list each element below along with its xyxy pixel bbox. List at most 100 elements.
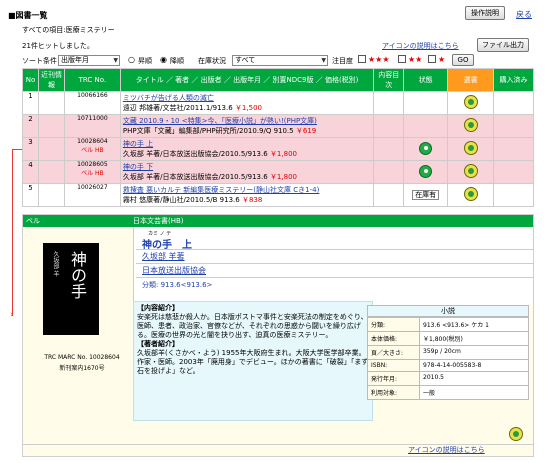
col-contents: 内容目次 (373, 68, 405, 92)
row-contents (373, 183, 405, 207)
detail-publisher-label: ベル (26, 217, 40, 225)
row-recent (37, 160, 65, 184)
row-price: ￥1,800 (269, 150, 297, 158)
icon-help-link[interactable]: アイコンの説明はこちら (382, 41, 459, 51)
select-book-icon[interactable] (463, 118, 478, 132)
row-recent (37, 183, 65, 207)
row-recent (37, 114, 65, 138)
col-no[interactable]: No (22, 68, 39, 92)
attention-3-stars: ★★★ (368, 55, 390, 64)
attention-label: 注目度 (332, 57, 353, 65)
select-book-icon[interactable] (463, 95, 478, 109)
attention-2-stars: ★★ (408, 55, 423, 64)
select-icon[interactable] (509, 427, 523, 443)
col-recent[interactable]: 近刊情報 (37, 68, 65, 92)
row-info: 神の手 下久坂部 羊著/日本放送出版協会/2010.5/913.6 ￥1,800 (119, 160, 375, 184)
spec-key: 頁／大きさ: (367, 345, 420, 360)
attention-3-checkbox[interactable] (358, 55, 366, 63)
row-badge: ベル HB (81, 147, 104, 154)
row-title[interactable]: 救捜査 悪いカルテ 新編集医療ミステリー(静山社文庫 Cき1-4) (123, 185, 371, 195)
icon-help-link-bottom[interactable]: アイコンの説明はこちら (408, 445, 485, 455)
spec-table: 分類: 913.6 <913.6> ケカ 1 本体価格: ￥1,800(税別) 頁／大き… (367, 317, 529, 400)
spec-row: 頁／大きさ: 359p / 20cm (367, 345, 529, 360)
divider-2 (136, 263, 534, 264)
detail-header (23, 215, 533, 227)
stock-select[interactable]: すべて (232, 55, 328, 66)
spec-value: 359p / 20cm (419, 345, 529, 360)
row-select[interactable] (447, 137, 495, 161)
row-status (403, 91, 449, 115)
row-title[interactable]: 神の手 下 (123, 162, 371, 172)
spec-row: ISBN: 978-4-14-005583-8 (367, 359, 529, 372)
row-trc-number: 10066166 (77, 92, 108, 99)
book-publisher[interactable]: 日本放送出版協会 (142, 265, 206, 276)
spec-key: 発行年月: (367, 371, 420, 386)
spec-row: 発行年月: 2010.5 (367, 371, 529, 386)
detail-series: 日本文芸書(HB) (133, 217, 184, 225)
issue-number: 新刊案内1670号 (59, 365, 105, 372)
spec-key: 本体価格: (367, 331, 420, 346)
col-status[interactable]: 状態 (403, 68, 449, 92)
row-no: 2 (22, 114, 39, 138)
row-price: ￥619 (295, 127, 317, 135)
row-select[interactable] (447, 183, 495, 207)
desc-radio[interactable]: ◉ (160, 55, 167, 64)
spec-value: 913.6 <913.6> ケカ 1 (419, 317, 529, 332)
row-trc: 10026027 (63, 183, 121, 207)
row-no: 5 (22, 183, 39, 207)
select-book-icon[interactable] (463, 141, 478, 155)
title-block: カミ ノ テ 神の手 上 久坂部 羊著 日本放送出版協会 分類: 913.6<9… (133, 227, 534, 305)
go-button[interactable]: GO (452, 54, 474, 66)
row-meta: 久坂部 羊著/日本放送出版協会/2010.5/913.6 (122, 150, 268, 158)
detail-panel: ベル 日本文芸書(HB) 久坂部 羊 神の手 TRC MARC No. 1002… (22, 214, 534, 457)
select-book-icon[interactable] (463, 164, 478, 178)
spec-panel: 小説 分類: 913.6 <913.6> ケカ 1 本体価格: ￥1,800(税別) 頁… (367, 305, 529, 400)
in-stock-icon (419, 141, 433, 155)
stock-label: 在庫状況 (198, 57, 226, 65)
spec-key: ISBN: (367, 359, 420, 372)
row-select[interactable] (447, 91, 495, 115)
row-contents (373, 137, 405, 161)
row-price: ￥1,500 (234, 104, 262, 112)
asc-radio[interactable]: ○ (128, 55, 135, 64)
back-link[interactable]: 戻る (516, 9, 532, 20)
attention-1-checkbox[interactable] (428, 55, 436, 63)
spec-value: 一般 (419, 385, 529, 400)
table-row: 2 10711000 文藏 2010.9・10 <特集>今、「医療小説」が熱い!(P… (22, 114, 534, 138)
sort-select[interactable]: 出版年月 (58, 55, 120, 66)
row-title[interactable]: 文藏 2010.9・10 <特集>今、「医療小説」が熱い!(PHP文庫) (123, 116, 371, 126)
table-row: 3 10028604 ベル HB 神の手 上久坂部 羊著/日本放送出版協会/2010.… (22, 137, 534, 161)
row-purchased (493, 137, 534, 161)
row-select[interactable] (447, 160, 495, 184)
select-book-icon[interactable] (463, 187, 478, 201)
row-title[interactable]: ミツバチが告げる人類の滅亡 (123, 93, 371, 103)
row-price: ￥838 (241, 196, 263, 204)
help-button[interactable]: 操作説明 (465, 6, 505, 20)
row-info: 文藏 2010.9・10 <特集>今、「医療小説」が熱い!(PHP文庫) PHP文… (119, 114, 375, 138)
col-info[interactable]: タイトル ／ 著者 ／ 出版者 ／ 出版年月 ／ 別置NDC9版 ／ 価格(税別… (119, 68, 375, 92)
divider-3 (136, 277, 534, 278)
row-contents (373, 114, 405, 138)
table-row: 5 10026027 救捜査 悪いカルテ 新編集医療ミステリー(静山社文庫 Cき1-… (22, 183, 534, 207)
row-meta: PHP文庫「文藏」編集部/PHP研究所/2010.9/Q 910.5 (122, 127, 294, 135)
row-meta: 遠辺 邦雄著/文芸社/2011.1/913.6 (122, 104, 233, 112)
row-status (403, 114, 449, 138)
file-output-button[interactable]: ファイル出力 (477, 38, 529, 52)
row-contents (373, 91, 405, 115)
col-trc[interactable]: TRC No. (63, 68, 121, 92)
row-purchased (493, 160, 534, 184)
connector-top (12, 149, 22, 150)
result-count: 21件ヒットしました。 (22, 42, 94, 50)
spec-value: 2010.5 (419, 371, 529, 386)
spec-row: 本体価格: ￥1,800(税別) (367, 331, 529, 346)
attention-2-checkbox[interactable] (398, 55, 406, 63)
row-select[interactable] (447, 114, 495, 138)
status-text: 在庫有 (412, 190, 440, 200)
row-status: 在庫有 (403, 183, 449, 207)
row-title[interactable]: 神の手 上 (123, 139, 371, 149)
row-trc-number: 10026027 (77, 184, 108, 191)
row-trc-number: 10028604 (77, 138, 108, 145)
row-purchased (493, 183, 534, 207)
book-author[interactable]: 久坂部 羊著 (142, 251, 185, 262)
cover-image: 久坂部 羊 神の手 (43, 243, 99, 335)
